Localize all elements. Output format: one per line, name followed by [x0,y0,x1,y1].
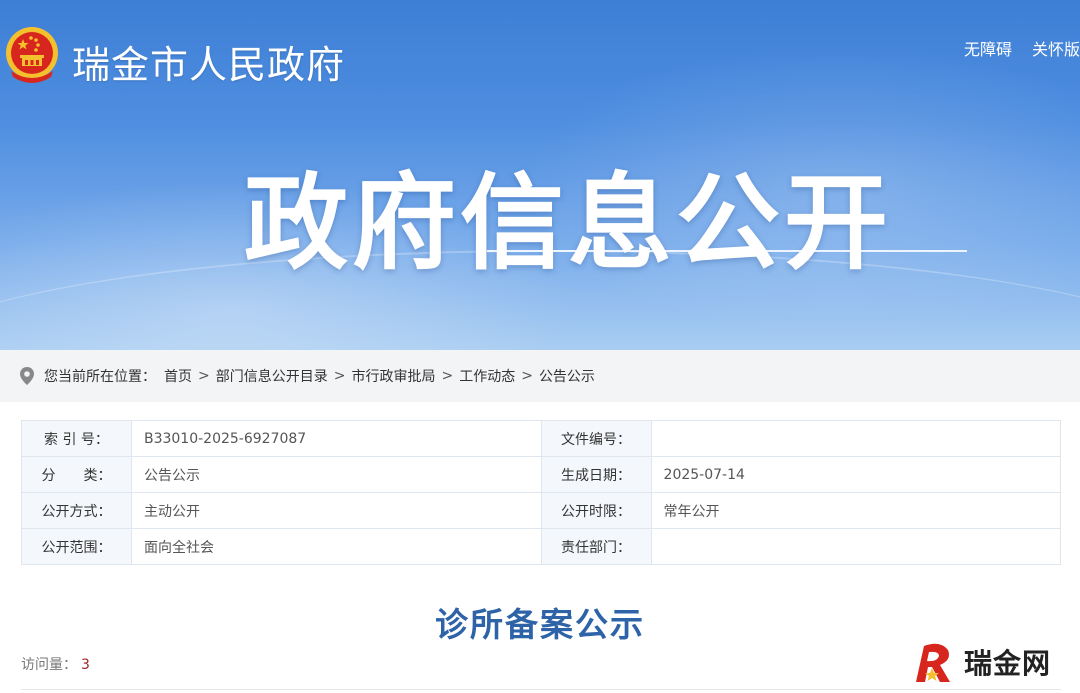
site-title[interactable]: 瑞金市人民政府 [72,34,345,89]
meta-value-disclosure-method: 主动公开 [130,492,542,529]
breadcrumb-item-notices[interactable]: 公告公示 [539,366,595,386]
breadcrumb: 您当前所在位置： 首页 > 部门信息公开目录 > 市行政审批局 > 工作动态 >… [0,350,1080,402]
meta-label-scope: 公开范围： [21,528,132,565]
care-mode-link[interactable]: 关怀版 [1032,36,1080,60]
top-links: 无障碍 关怀版 [964,36,1080,60]
meta-value-date: 2025-07-14 [650,456,1062,493]
meta-label-category: 分 类： [21,456,132,493]
national-emblem-icon [6,27,58,83]
meta-value-doc-number [650,420,1062,457]
breadcrumb-prefix: 您当前所在位置： [44,369,156,385]
watermark-logo-icon [916,643,950,682]
meta-value-scope: 面向全社会 [130,528,542,565]
breadcrumb-item-directory[interactable]: 部门信息公开目录 [216,366,328,386]
visit-count: 3 [81,657,90,673]
table-row: 公开范围： 面向全社会 责任部门： [21,528,1062,565]
visit-label: 访问量： [21,657,77,673]
breadcrumb-item-home[interactable]: 首页 [164,366,192,386]
breadcrumb-separator: > [198,368,210,384]
banner-title: 政府信息公开 [244,162,893,284]
meta-label-disclosure-method: 公开方式： [21,492,132,529]
table-row: 公开方式： 主动公开 公开时限： 常年公开 [21,492,1062,529]
table-row: 分 类： 公告公示 生成日期： 2025-07-14 [21,456,1062,493]
meta-label-doc-number: 文件编号： [540,420,652,457]
breadcrumb-separator: > [441,368,454,384]
meta-value-department [650,528,1062,565]
meta-label-date: 生成日期： [540,456,652,493]
meta-value-disclosure-period: 常年公开 [650,492,1062,529]
visit-counter: 访问量： 3 [21,654,90,674]
meta-value-index: B33010-2025-6927087 [130,420,542,457]
meta-label-department: 责任部门： [540,528,652,565]
breadcrumb-item-bureau[interactable]: 市行政审批局 [351,366,435,386]
meta-label-disclosure-period: 公开时限： [540,492,652,529]
watermark: 瑞金网 [910,638,1051,686]
location-pin-icon [20,367,34,385]
content-divider [21,689,1061,690]
meta-value-category: 公告公示 [130,456,542,493]
accessibility-link[interactable]: 无障碍 [964,36,1012,60]
meta-label-index: 索 引 号： [21,420,132,457]
banner-title-underline [487,250,967,252]
watermark-text: 瑞金网 [964,647,1052,680]
breadcrumb-separator: > [521,368,533,384]
breadcrumb-separator: > [333,368,346,384]
table-row: 索 引 号： B33010-2025-6927087 文件编号： [21,420,1062,457]
document-meta-table: 索 引 号： B33010-2025-6927087 文件编号： 分 类： 公告… [21,420,1062,565]
breadcrumb-item-news[interactable]: 工作动态 [459,366,515,386]
header-banner: 瑞金市人民政府 无障碍 关怀版 政府信息公开 [0,0,1080,350]
